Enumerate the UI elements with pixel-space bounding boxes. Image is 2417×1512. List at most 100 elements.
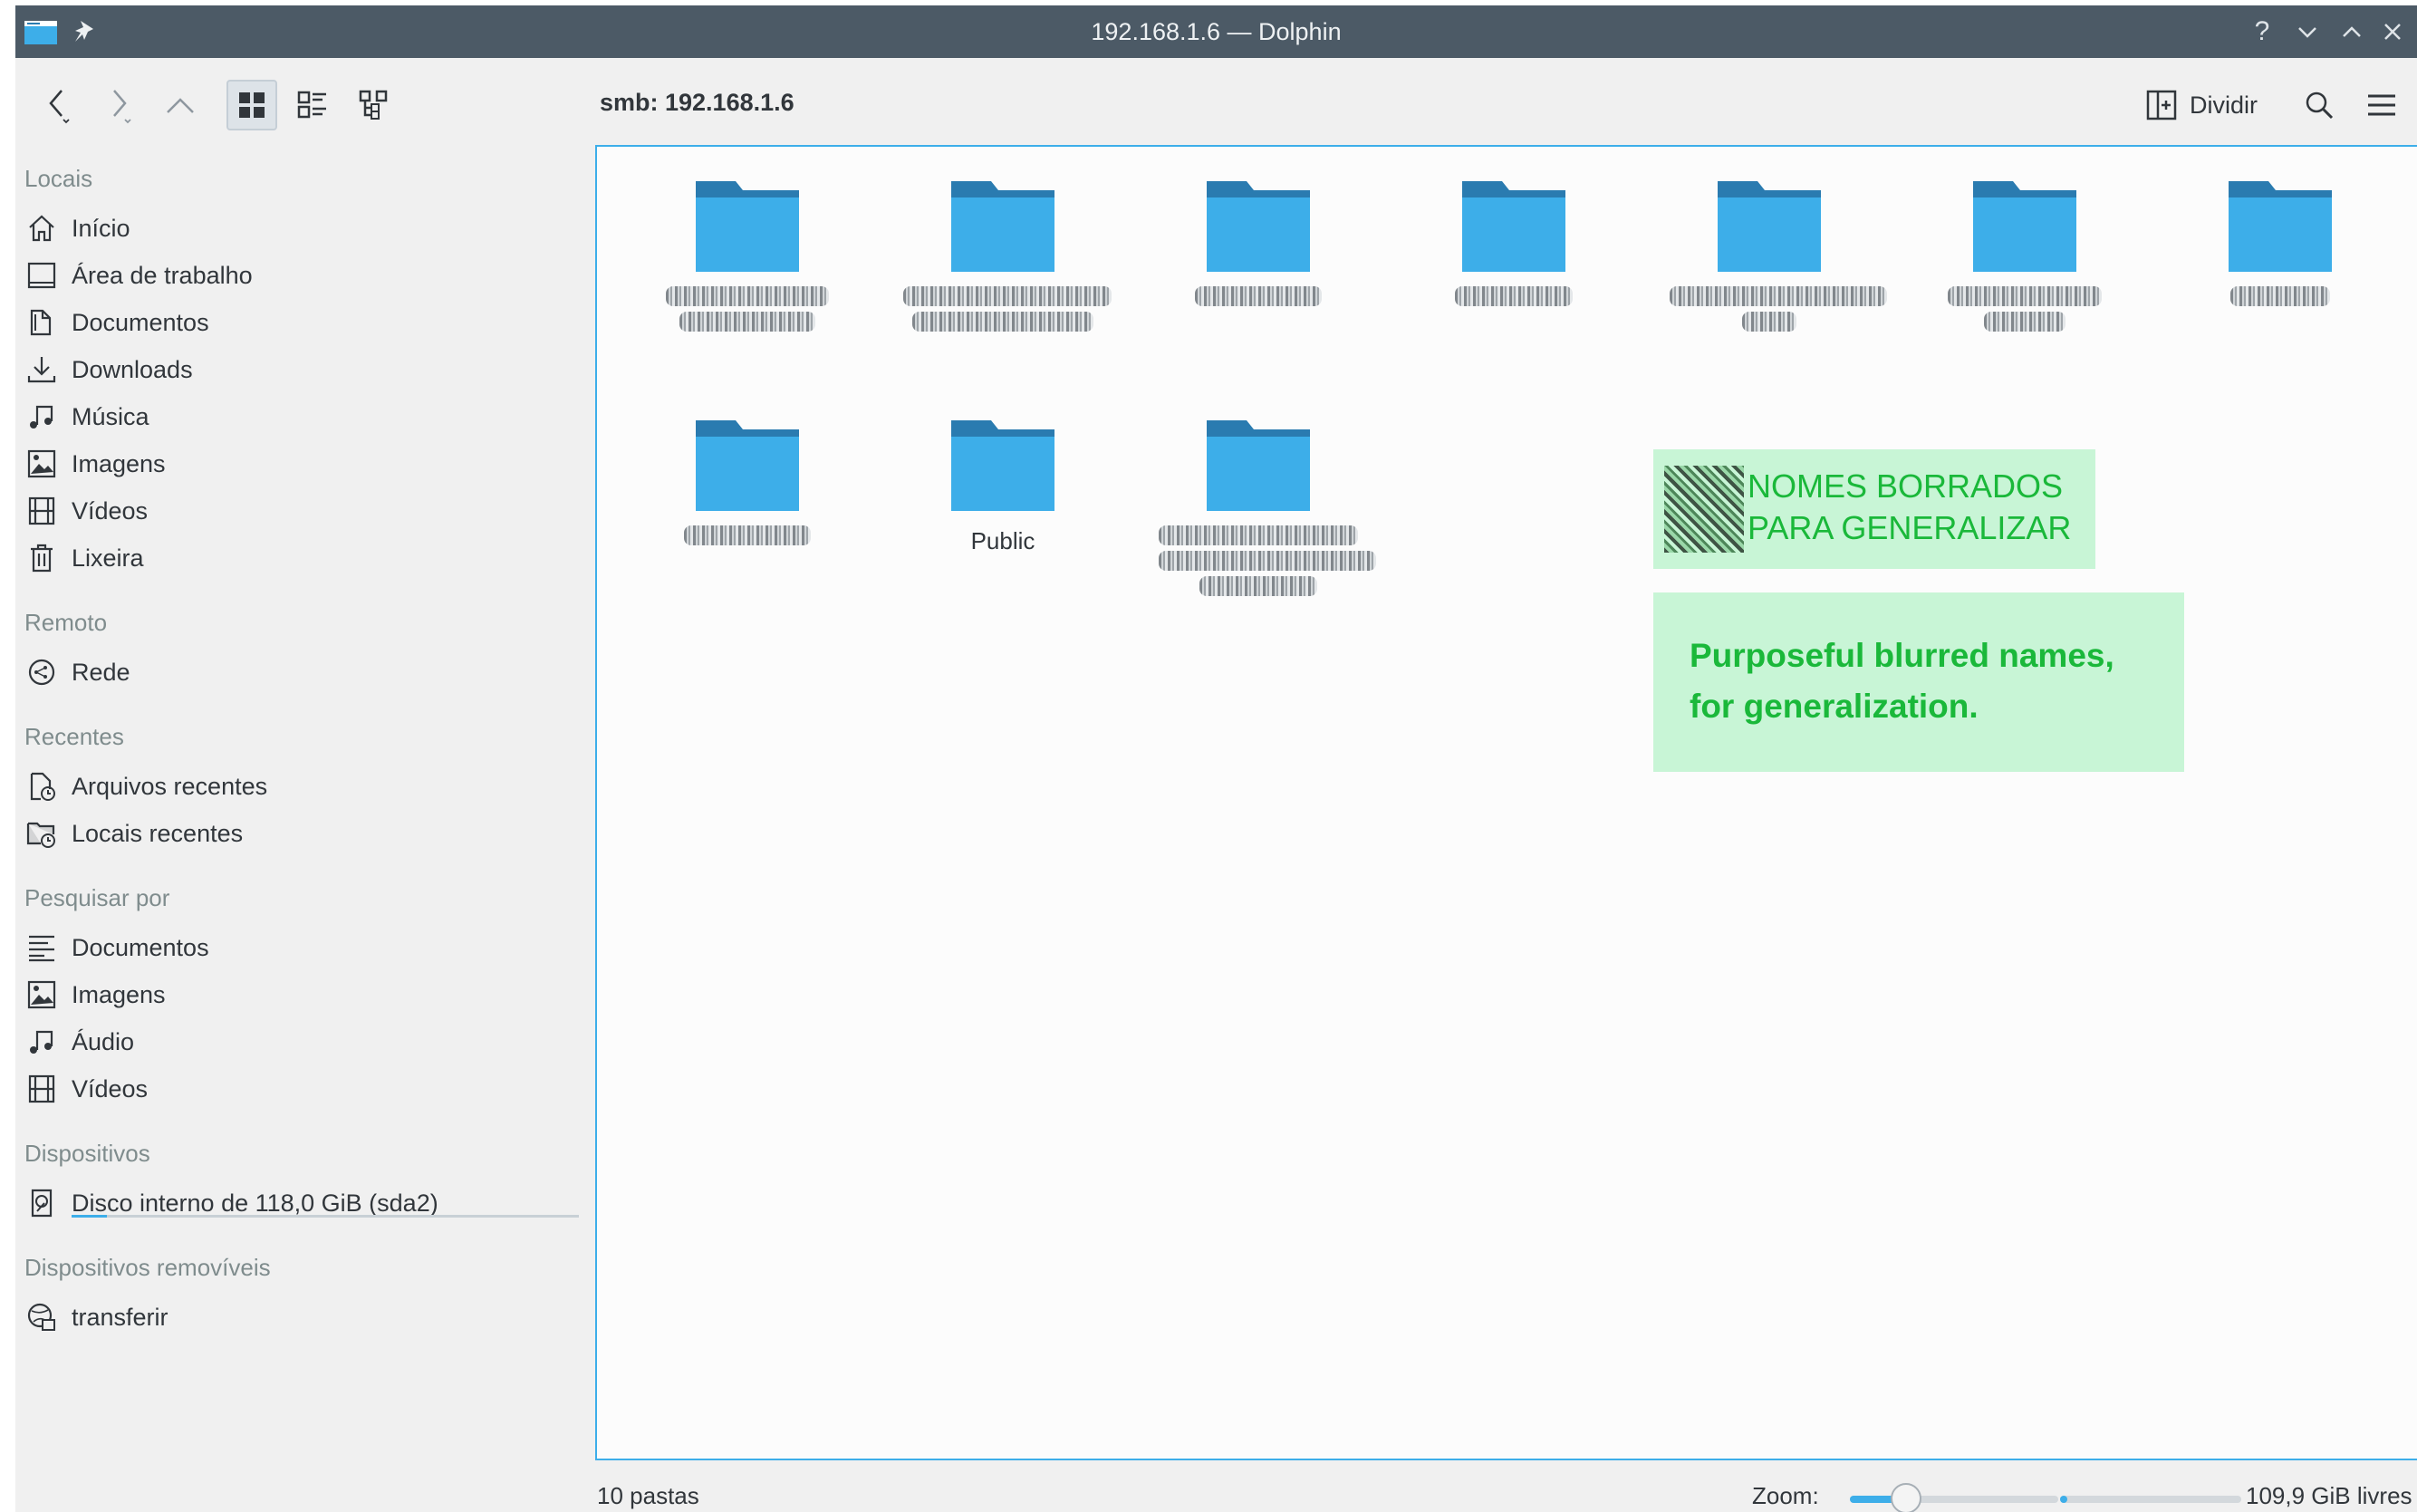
folder-count: 10 pastas (597, 1482, 699, 1509)
window-title: 192.168.1.6 — Dolphin (1091, 18, 1342, 45)
sidebar-item-pesquisar-imagens[interactable]: Imagens (24, 975, 166, 1015)
folder-icon (1462, 181, 1565, 272)
sidebar-item-label: Locais recentes (72, 819, 244, 847)
sidebar-item-label: Rede (72, 658, 130, 686)
sidebar-item-label: transferir (72, 1303, 169, 1331)
zoom-slider[interactable] (1850, 1483, 2058, 1512)
folder-item[interactable] (1414, 178, 1613, 306)
note1-line1: NOMES BORRADOS (1748, 467, 2064, 505)
free-space-label: 109,9 GiB livres (2246, 1482, 2412, 1509)
free-space-fill (2060, 1496, 2067, 1503)
close-button[interactable] (2371, 5, 2414, 58)
hamburger-menu-icon (2368, 94, 2395, 116)
sidebar-item-label: Imagens (72, 449, 166, 477)
folder-name-blurred (648, 286, 847, 332)
location-bar[interactable]: smb: 192.168.1.6 (600, 89, 794, 117)
arrow-left-icon (49, 90, 70, 124)
trash-icon (24, 541, 59, 575)
blurred-text (2230, 286, 2330, 306)
sidebar-item-rede[interactable]: Rede (24, 652, 130, 692)
icons-view-button[interactable] (226, 80, 277, 130)
dolphin-window: 192.168.1.6 — Dolphin ? smb: 192.168.1.6… (15, 5, 2417, 1512)
zoom-label: Zoom: (1752, 1482, 1819, 1509)
folder-icon (696, 181, 799, 272)
folder-name-blurred (1414, 286, 1613, 306)
search-documents-icon (24, 930, 59, 965)
blurred-text (1195, 286, 1322, 306)
compact-view-button[interactable] (287, 80, 338, 130)
forward-button[interactable] (95, 80, 146, 130)
folder-icon (1718, 181, 1821, 272)
maximize-button[interactable] (2330, 5, 2374, 58)
folder-item[interactable] (903, 178, 1112, 332)
sidebar-item-transferir[interactable]: transferir (24, 1297, 169, 1337)
folder-item[interactable] (1670, 178, 1887, 332)
chevron-down-icon (2298, 27, 2316, 38)
search-button[interactable] (2294, 80, 2345, 130)
section-dispositivos: Dispositivos (24, 1140, 150, 1167)
note1-line2: PARA GENERALIZAR (1748, 509, 2072, 546)
sidebar-item-musica[interactable]: Música (24, 397, 149, 437)
folder-item[interactable] (1925, 178, 2124, 332)
folder-name-blurred (1159, 286, 1358, 306)
folder-item[interactable] (2181, 178, 2380, 306)
recent-files-icon (24, 769, 59, 804)
sidebar-item-label: Imagens (72, 980, 166, 1008)
disk-usage-bar (72, 1215, 579, 1218)
disk-usage-fill (72, 1215, 108, 1218)
compact-list-icon (297, 91, 326, 119)
folder-item[interactable] (1159, 178, 1358, 306)
sidebar-item-pesquisar-documentos[interactable]: Documentos (24, 928, 209, 968)
folder-name: Public (970, 527, 1035, 554)
folder-name-blurred (903, 286, 1112, 332)
title-bar[interactable]: 192.168.1.6 — Dolphin ? (15, 5, 2417, 58)
zoom-slider-handle[interactable] (1891, 1483, 1922, 1512)
folder-item[interactable]: Public (903, 417, 1103, 555)
folder-item[interactable] (648, 417, 847, 545)
disk-icon (24, 1186, 59, 1220)
file-view[interactable]: Public NOMES BORRADOS PARA GENERALIZAR P… (595, 145, 2417, 1460)
chevron-up-icon (2343, 26, 2361, 37)
search-videos-icon (24, 1072, 59, 1106)
tree-view-icon (359, 90, 388, 120)
blurred-text (1199, 576, 1317, 596)
folder-icon (696, 420, 799, 511)
sidebar-item-label: Vídeos (72, 496, 149, 525)
minimize-button[interactable] (2286, 5, 2329, 58)
details-view-button[interactable] (349, 80, 400, 130)
folder-icon (1207, 181, 1310, 272)
desktop-icon (24, 258, 59, 293)
sidebar-item-documentos[interactable]: Documentos (24, 303, 209, 342)
search-images-icon (24, 978, 59, 1012)
back-button[interactable] (34, 80, 84, 130)
sidebar-item-locais-recentes[interactable]: Locais recentes (24, 814, 243, 853)
documents-icon (24, 305, 59, 340)
sidebar-item-imagens[interactable]: Imagens (24, 444, 166, 484)
sidebar-item-pesquisar-videos[interactable]: Vídeos (24, 1069, 148, 1109)
folder-item[interactable] (648, 178, 847, 332)
folder-item[interactable] (1159, 417, 1376, 596)
sidebar-item-arquivos-recentes[interactable]: Arquivos recentes (24, 766, 267, 806)
note2-line1: Purposeful blurred names, (1690, 637, 2114, 674)
grid-icon (239, 92, 265, 118)
blurred-text (1742, 312, 1796, 332)
sidebar-item-videos[interactable]: Vídeos (24, 491, 148, 531)
arrow-up-icon (167, 98, 194, 113)
sidebar-item-inicio[interactable]: Início (24, 208, 130, 248)
help-button[interactable]: ? (2240, 5, 2284, 58)
toolbar: smb: 192.168.1.6 Dividir (15, 58, 2417, 149)
blurred-text (912, 312, 1093, 332)
split-button[interactable]: Dividir (2146, 82, 2258, 129)
sidebar-item-label: Área de trabalho (72, 261, 253, 289)
annotation-blurred-names-en: Purposeful blurred names, for generaliza… (1653, 592, 2184, 772)
blurred-text (1948, 286, 2102, 306)
sidebar-item-area-de-trabalho[interactable]: Área de trabalho (24, 255, 253, 295)
places-panel: Locais Início Área de trabalho Documento… (15, 149, 595, 1453)
sidebar-item-pesquisar-audio[interactable]: Áudio (24, 1022, 134, 1062)
sidebar-item-downloads[interactable]: Downloads (24, 350, 193, 390)
up-button[interactable] (155, 80, 206, 130)
sidebar-item-label: Lixeira (72, 544, 144, 572)
menu-button[interactable] (2356, 80, 2407, 130)
sidebar-item-label: Áudio (72, 1027, 135, 1055)
sidebar-item-lixeira[interactable]: Lixeira (24, 538, 144, 578)
